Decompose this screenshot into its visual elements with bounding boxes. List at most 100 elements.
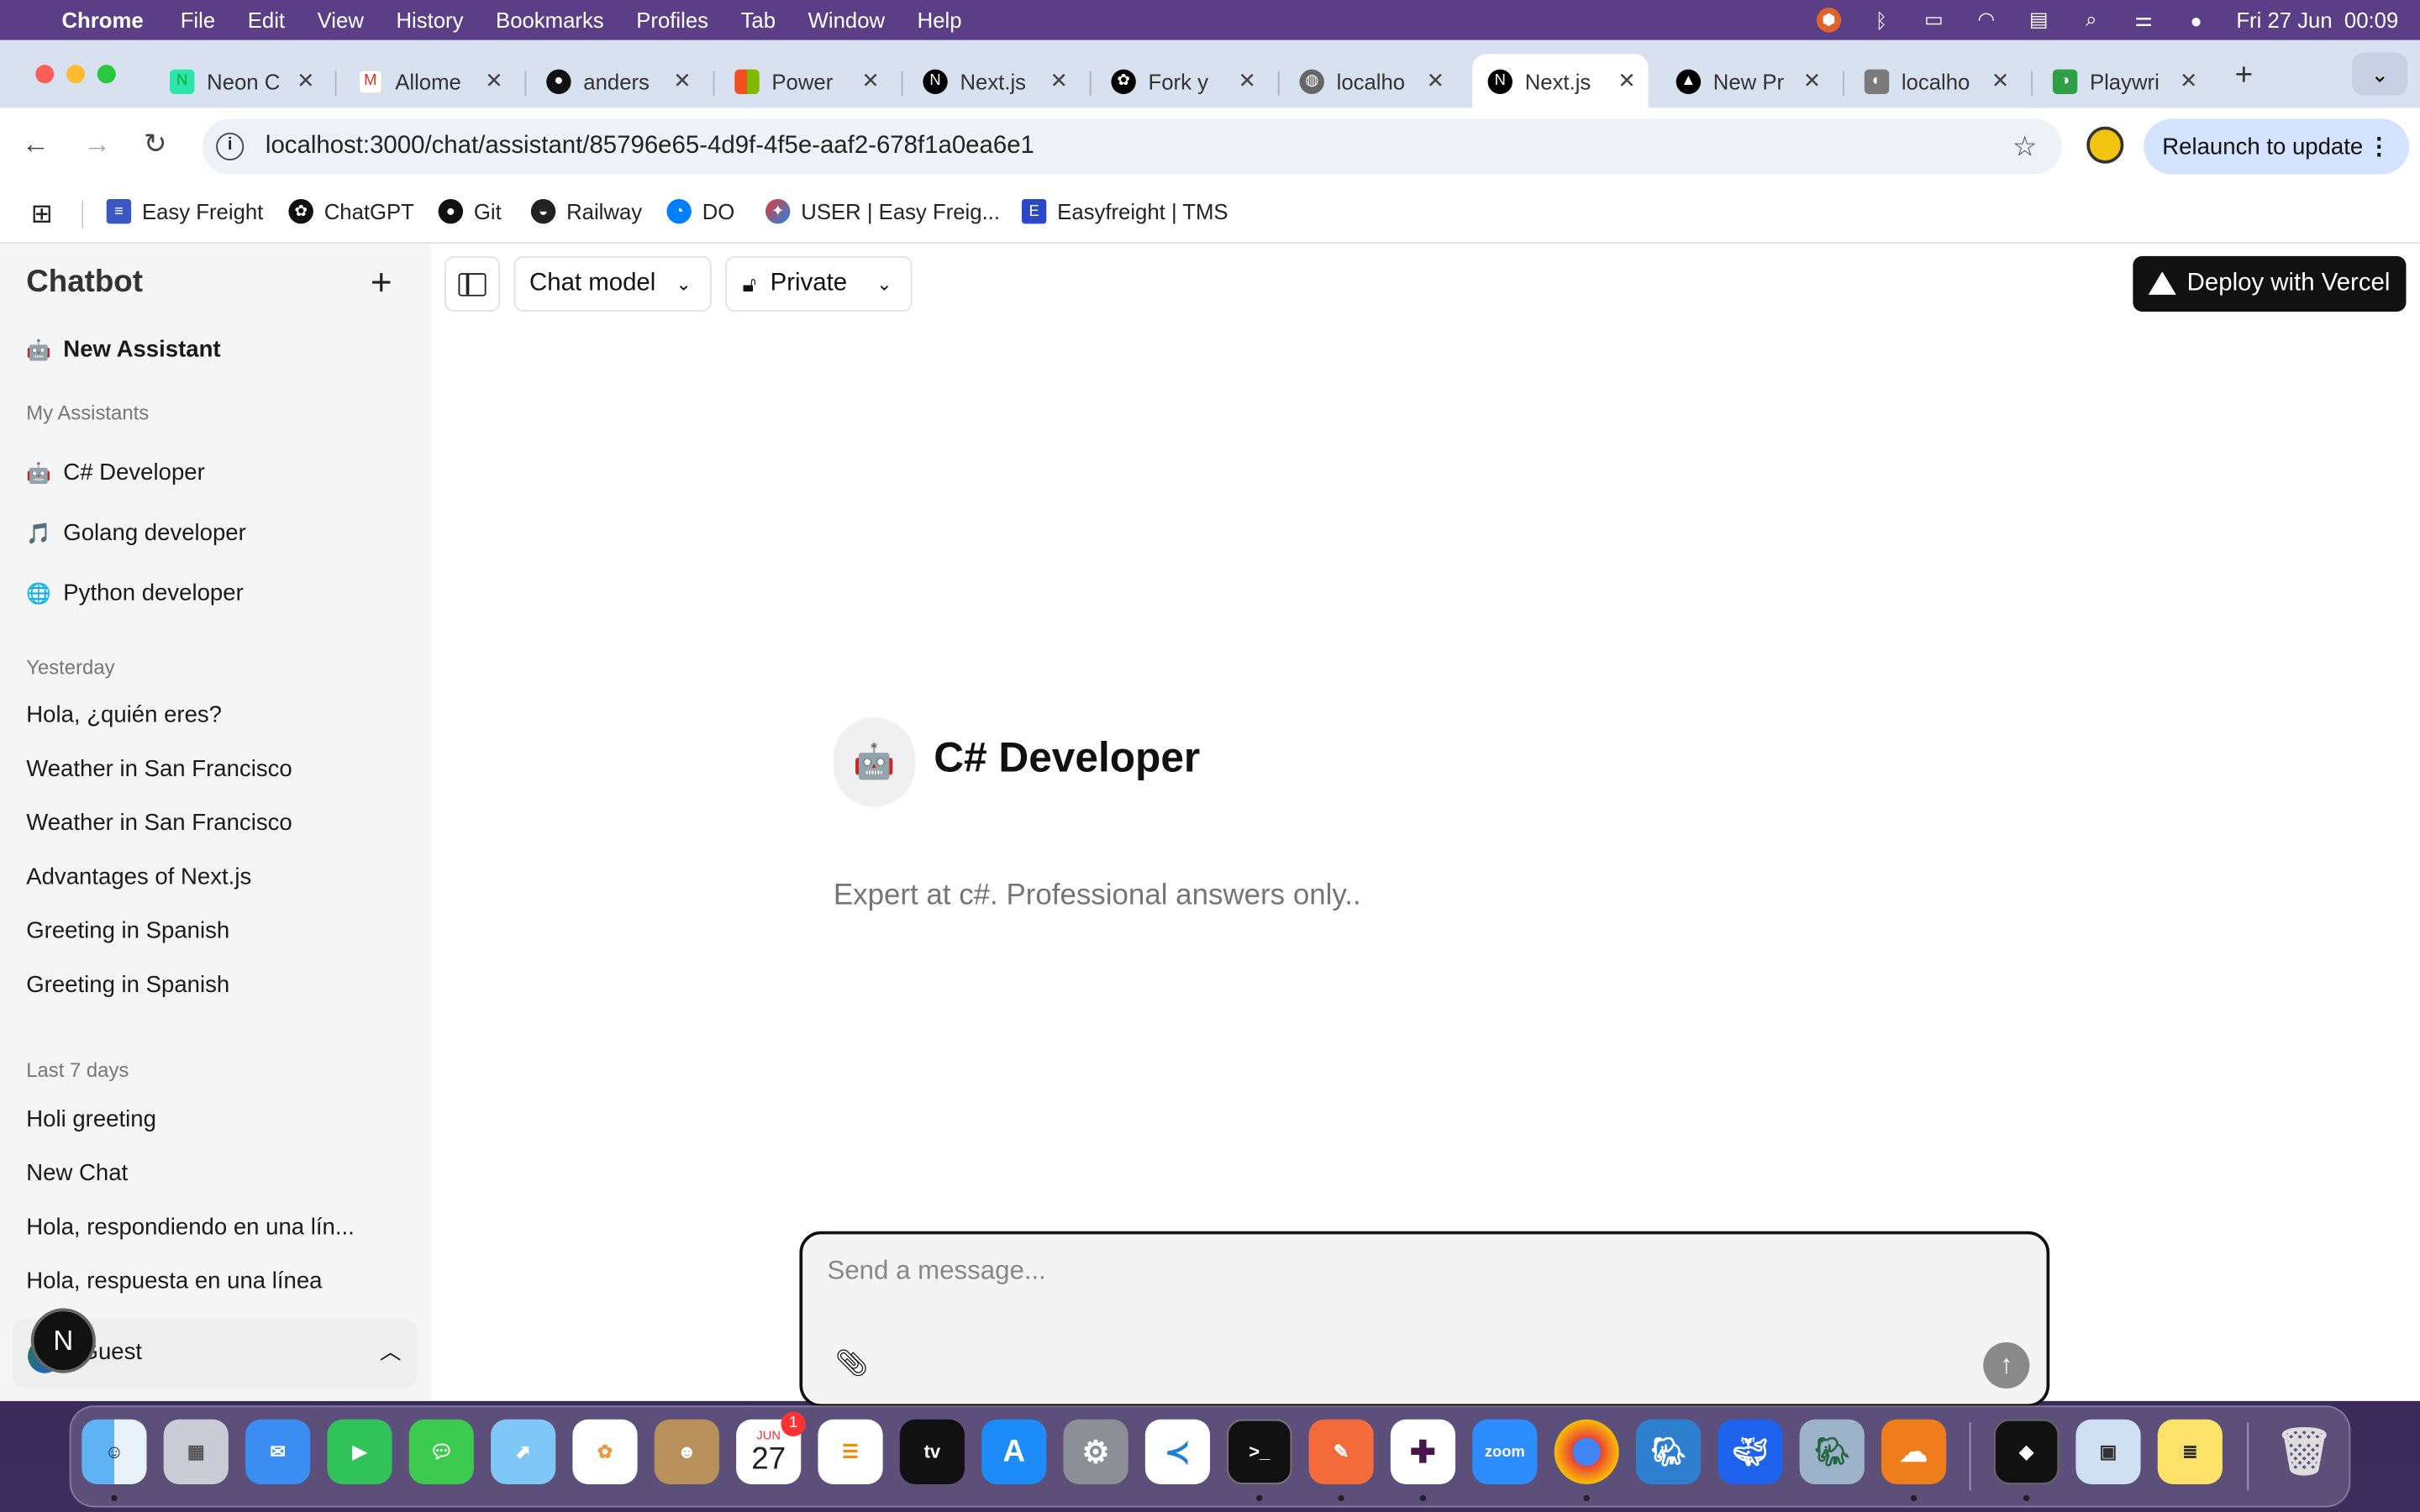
bookmark-easyfreight-tms[interactable]: E Easyfreight | TMS: [1021, 198, 1228, 224]
back-arrow-icon[interactable]: ←: [22, 128, 50, 160]
chat-history-item[interactable]: Holi greeting: [26, 1106, 156, 1132]
apple-tv-icon[interactable]: tv: [899, 1419, 965, 1484]
contacts-icon[interactable]: ☻: [654, 1419, 719, 1484]
tab-nextjs[interactable]: N Next.js ✕: [908, 54, 1081, 108]
chat-model-selector[interactable]: Chat model ⌄: [513, 255, 712, 312]
system-settings-icon[interactable]: ⚙: [1063, 1419, 1128, 1484]
message-input[interactable]: [827, 1256, 1939, 1303]
tab-power[interactable]: Power ✕: [719, 54, 892, 108]
menu-tab[interactable]: Tab: [741, 8, 776, 32]
tab-new-project[interactable]: ▲ New Pr ✕: [1660, 54, 1833, 108]
chat-history-item[interactable]: Advantages of Next.js: [26, 864, 251, 890]
launchpad-icon[interactable]: ▦: [163, 1419, 229, 1484]
reminders-icon[interactable]: ☰: [818, 1419, 883, 1484]
assistant-golang[interactable]: 🎵 Golang developer: [26, 520, 246, 546]
address-bar[interactable]: i localhost:3000/chat/assistant/85796e65…: [202, 118, 2062, 175]
cloud-lock-app-icon[interactable]: ☁: [1881, 1419, 1947, 1484]
chrome-icon[interactable]: [1554, 1419, 1619, 1484]
close-tab-icon[interactable]: ✕: [1618, 68, 1636, 94]
close-tab-icon[interactable]: ✕: [1803, 68, 1822, 94]
pgadmin-icon[interactable]: 🐘︎: [1799, 1419, 1865, 1484]
keyboard-icon[interactable]: ▤: [2027, 8, 2051, 31]
chevron-up-icon[interactable]: ︿: [380, 1336, 402, 1368]
bookmark-star-icon[interactable]: ☆: [2012, 130, 2038, 163]
postman-icon[interactable]: ✎: [1308, 1419, 1374, 1484]
apps-grid-icon[interactable]: ⊞: [31, 199, 53, 230]
tab-nextjs-active[interactable]: N Next.js ✕: [1472, 54, 1649, 108]
close-window-button[interactable]: [35, 65, 55, 84]
close-tab-icon[interactable]: ✕: [1991, 68, 2010, 94]
maps-icon[interactable]: ⬈: [491, 1419, 556, 1484]
close-tab-icon[interactable]: ✕: [673, 68, 692, 94]
siri-icon[interactable]: ●: [2184, 8, 2208, 32]
close-tab-icon[interactable]: ✕: [297, 68, 315, 94]
menu-help[interactable]: Help: [918, 8, 962, 32]
control-center-icon[interactable]: ⚌: [2131, 8, 2155, 31]
tab-search-button[interactable]: ⌄: [2352, 52, 2408, 96]
profile-avatar[interactable]: [2086, 126, 2124, 164]
menu-clock[interactable]: Fri 27 Jun 00:09: [2236, 8, 2398, 32]
bluetooth-off-icon[interactable]: ᛒ: [1869, 8, 1893, 32]
sidebar-toggle-button[interactable]: [444, 255, 501, 312]
chat-history-item[interactable]: Greeting in Spanish: [26, 918, 229, 944]
zoom-icon[interactable]: zoom: [1472, 1419, 1538, 1484]
reload-icon[interactable]: ↻: [144, 128, 167, 160]
finder-icon[interactable]: ☺: [82, 1419, 147, 1484]
new-tab-button[interactable]: +: [2235, 59, 2253, 94]
deploy-with-vercel-button[interactable]: Deploy with Vercel: [2133, 255, 2407, 312]
minimize-window-button[interactable]: [66, 65, 86, 84]
chat-history-item[interactable]: Greeting in Spanish: [26, 972, 229, 998]
assistant-python[interactable]: 🌐 Python developer: [26, 580, 244, 606]
terminal-icon[interactable]: >_: [1227, 1419, 1292, 1484]
messages-icon[interactable]: 💬︎: [408, 1419, 474, 1484]
assistant-csharp[interactable]: 🤖 C# Developer: [26, 459, 205, 486]
site-info-icon[interactable]: i: [216, 132, 245, 161]
close-tab-icon[interactable]: ✕: [861, 68, 880, 94]
bookmark-do[interactable]: ◔ DO: [666, 198, 734, 224]
chat-history-item[interactable]: Weather in San Francisco: [26, 810, 292, 836]
mail-icon[interactable]: ✉: [245, 1419, 311, 1484]
sidebar-title[interactable]: Chatbot: [26, 265, 143, 301]
send-button[interactable]: ↑: [1983, 1341, 2030, 1389]
bookmark-user-easy-freight[interactable]: ✦ USER | Easy Freig...: [765, 198, 1000, 224]
tab-localhost-2[interactable]: ◐ localho ✕: [1849, 54, 2022, 108]
battery-icon[interactable]: ▭: [1922, 8, 1946, 31]
menu-window[interactable]: Window: [808, 8, 885, 32]
orange-app-icon[interactable]: ⬢: [1816, 8, 1842, 33]
facetime-icon[interactable]: ▶: [327, 1419, 392, 1484]
menu-app-name[interactable]: Chrome: [61, 8, 143, 32]
wifi-icon[interactable]: ◠: [1974, 8, 1998, 31]
close-tab-icon[interactable]: ✕: [485, 68, 503, 94]
new-chat-plus-icon[interactable]: +: [371, 262, 392, 305]
bookmark-chatgpt[interactable]: ✿ ChatGPT: [288, 198, 414, 224]
close-tab-icon[interactable]: ✕: [2180, 68, 2198, 94]
chat-history-item[interactable]: Hola, ¿quién eres?: [26, 702, 222, 728]
slack-icon[interactable]: ✚: [1390, 1419, 1456, 1484]
menu-history[interactable]: History: [396, 8, 463, 32]
spotlight-search-icon[interactable]: ⌕: [2079, 8, 2103, 31]
new-assistant-button[interactable]: 🤖 New Assistant: [26, 336, 220, 362]
bookmark-railway[interactable]: ◒ Railway: [530, 198, 642, 224]
menu-edit[interactable]: Edit: [248, 8, 285, 32]
app-store-icon[interactable]: A: [981, 1419, 1047, 1484]
preview-icon[interactable]: ▣: [2075, 1419, 2141, 1484]
zoom-window-button[interactable]: [97, 65, 116, 84]
chat-history-item[interactable]: Weather in San Francisco: [26, 756, 292, 782]
forward-arrow-icon[interactable]: →: [83, 128, 111, 160]
vscode-icon[interactable]: ≺: [1144, 1419, 1211, 1484]
docker-icon[interactable]: 🐳︎: [1718, 1419, 1783, 1484]
notes-icon[interactable]: ≣: [2157, 1419, 2223, 1484]
paperclip-icon[interactable]: 📎︎: [835, 1348, 869, 1379]
bookmark-easy-freight[interactable]: ≡ Easy Freight: [106, 198, 264, 224]
tab-neon[interactable]: N Neon C ✕: [155, 54, 328, 108]
simulator-cube-icon[interactable]: ◆: [1994, 1419, 2060, 1484]
tab-localhost[interactable]: ◍ localho ✕: [1284, 54, 1457, 108]
chat-history-item[interactable]: New Chat: [26, 1160, 128, 1186]
kebab-menu-icon[interactable]: ⋮: [2368, 133, 2391, 160]
menu-bookmarks[interactable]: Bookmarks: [496, 8, 604, 32]
bookmark-git[interactable]: ● Git: [438, 198, 502, 224]
url-text[interactable]: localhost:3000/chat/assistant/85796e65-4…: [266, 133, 1034, 160]
menu-file[interactable]: File: [181, 8, 215, 32]
relaunch-button[interactable]: Relaunch to update ⋮: [2144, 118, 2410, 175]
nextjs-dev-indicator[interactable]: N: [30, 1308, 96, 1373]
